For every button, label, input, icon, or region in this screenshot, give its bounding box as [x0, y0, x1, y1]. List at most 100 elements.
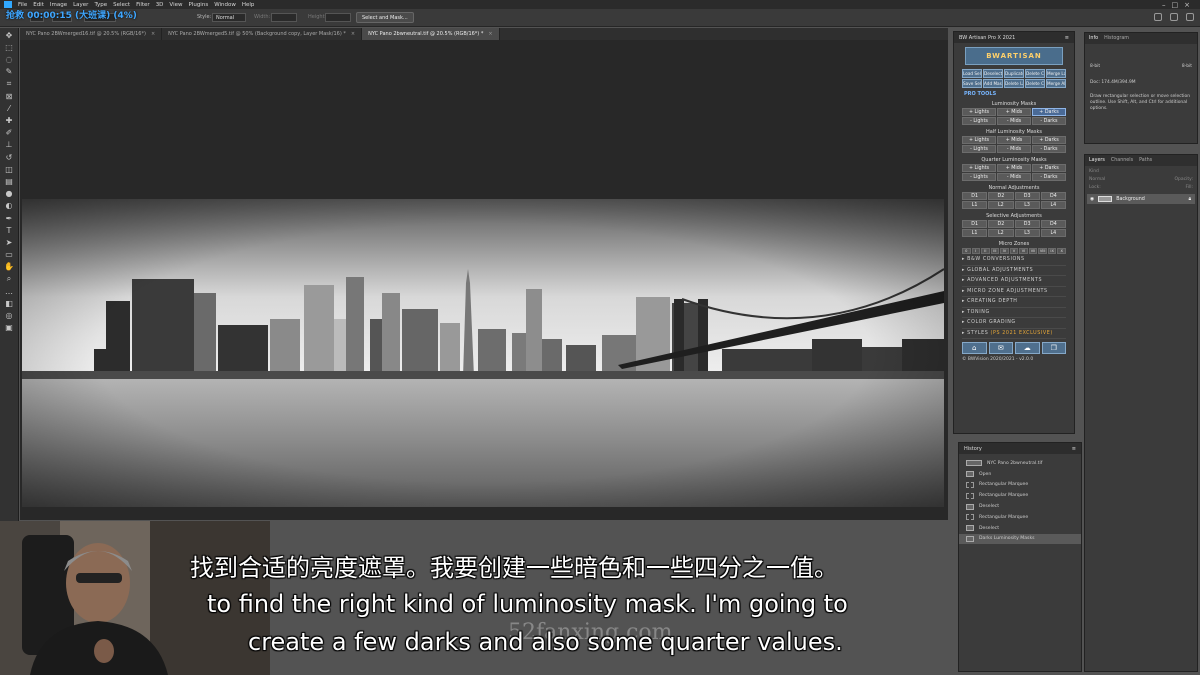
load-selection-button[interactable]: Load Selection	[962, 69, 982, 78]
history-item[interactable]: Rectangular Marquee	[959, 490, 1081, 501]
tab-info[interactable]: Info	[1089, 36, 1098, 41]
clone-stamp-icon[interactable]: ⊥	[4, 140, 14, 150]
height-field[interactable]	[325, 13, 351, 22]
width-field[interactable]	[271, 13, 297, 22]
lum-plus-mids[interactable]: + Mids	[997, 108, 1031, 116]
lum-minus-mids[interactable]: - Mids	[997, 117, 1031, 125]
path-select-icon[interactable]: ➤	[4, 237, 14, 247]
menu-type[interactable]: Type	[94, 2, 107, 8]
close-icon[interactable]: ×	[151, 31, 155, 37]
layer-row-background[interactable]: ◉ Background 🔒︎	[1087, 194, 1195, 204]
menu-image[interactable]: Image	[50, 2, 67, 8]
quarter-plus-lights[interactable]: + Lights	[962, 164, 996, 172]
deselect-button[interactable]: Deselect Selection	[983, 69, 1003, 78]
selective-d1[interactable]: D1	[962, 220, 988, 228]
layer-filter-kind[interactable]: Kind	[1089, 169, 1193, 174]
expander-micro-zone-adjustments[interactable]: ▸ MICRO ZONE ADJUSTMENTS	[962, 287, 1066, 297]
selective-l2[interactable]: L2	[988, 229, 1014, 237]
expander-bw-conversions[interactable]: ▸ B&W CONVERSIONS	[962, 255, 1066, 266]
brush-tool-icon[interactable]: ✐	[4, 128, 14, 138]
lasso-tool-icon[interactable]: ◌	[4, 55, 14, 65]
micro-zone-8[interactable]: VIII	[1038, 248, 1047, 254]
history-item[interactable]: Open	[959, 469, 1081, 480]
lum-minus-darks[interactable]: - Darks	[1032, 117, 1066, 125]
menu-edit[interactable]: Edit	[33, 2, 44, 8]
history-snapshot[interactable]: NYC Pano 2bwneutral.tif	[959, 458, 1081, 469]
eyedropper-tool-icon[interactable]: ⁄	[4, 103, 14, 113]
selective-l4[interactable]: L4	[1040, 229, 1066, 237]
marquee-tool-icon[interactable]: ⬚	[4, 42, 14, 52]
quarter-minus-darks[interactable]: - Darks	[1032, 173, 1066, 181]
merge-layers-button[interactable]: Merge Layers	[1046, 69, 1066, 78]
history-item[interactable]: Deselect	[959, 501, 1081, 512]
menu-3d[interactable]: 3D	[156, 2, 164, 8]
type-tool-icon[interactable]: T	[4, 225, 14, 235]
close-icon[interactable]: ×	[1184, 1, 1190, 9]
history-item-selected[interactable]: Darks Luminosity Masks	[959, 533, 1081, 545]
doc-tab-3[interactable]: NYC Pano 2bwneutral.tif @ 20.5% (RGB/16*…	[362, 28, 500, 40]
zoom-tool-icon[interactable]: ⌕	[4, 274, 14, 284]
normal-d3[interactable]: D3	[1014, 192, 1040, 200]
blur-tool-icon[interactable]: ●	[4, 189, 14, 199]
shape-tool-icon[interactable]: ▭	[4, 250, 14, 260]
menu-help[interactable]: Help	[242, 2, 255, 8]
tab-paths[interactable]: Paths	[1139, 158, 1152, 163]
maximize-icon[interactable]: □	[1172, 1, 1179, 9]
micro-zone-5[interactable]: V	[1009, 248, 1019, 254]
normal-l1[interactable]: L1	[962, 201, 988, 209]
history-item[interactable]: Rectangular Marquee	[959, 480, 1081, 491]
menu-plugins[interactable]: Plugins	[188, 2, 208, 8]
pro-tools-header[interactable]: PRO TOOLS	[964, 91, 1064, 97]
expander-creating-depth[interactable]: ▸ CREATING DEPTH	[962, 297, 1066, 308]
select-and-mask-button[interactable]: Select and Mask...	[356, 12, 414, 23]
half-plus-lights[interactable]: + Lights	[962, 136, 996, 144]
tab-histogram[interactable]: Histogram	[1104, 36, 1129, 41]
quarter-plus-mids[interactable]: + Mids	[997, 164, 1031, 172]
micro-zone-7[interactable]: VII	[1028, 248, 1038, 254]
quick-select-tool-icon[interactable]: ✎	[4, 67, 14, 77]
delete-channel-button[interactable]: Delete Channel	[1025, 69, 1045, 78]
expander-color-grading[interactable]: ▸ COLOR GRADING	[962, 318, 1066, 329]
lum-minus-lights[interactable]: - Lights	[962, 117, 996, 125]
mail-icon[interactable]: ✉	[988, 342, 1013, 354]
cloud-icon[interactable]: ☁	[1015, 342, 1040, 354]
color-swatches-icon[interactable]: ◧	[4, 298, 14, 308]
add-mask-button[interactable]: Add Mask	[983, 79, 1003, 88]
half-plus-darks[interactable]: + Darks	[1032, 136, 1066, 144]
selective-d3[interactable]: D3	[1014, 220, 1040, 228]
normal-d1[interactable]: D1	[962, 192, 988, 200]
move-tool-icon[interactable]: ✥	[4, 30, 14, 40]
dodge-tool-icon[interactable]: ◐	[4, 201, 14, 211]
quick-mask-icon[interactable]: ◎	[4, 311, 14, 321]
eraser-tool-icon[interactable]: ◫	[4, 164, 14, 174]
doc-tab-1[interactable]: NYC Pano 2BWmerged16.tif @ 20.5% (RGB/16…	[20, 28, 163, 40]
history-brush-icon[interactable]: ↺	[4, 152, 14, 162]
tab-layers[interactable]: Layers	[1089, 158, 1105, 163]
close-icon[interactable]: ×	[488, 31, 492, 37]
tab-channels[interactable]: Channels	[1111, 158, 1133, 163]
minimize-icon[interactable]: –	[1162, 1, 1166, 9]
healing-brush-icon[interactable]: ✚	[4, 116, 14, 126]
panel-menu-icon[interactable]: ≡	[1072, 446, 1076, 452]
expander-global-adjustments[interactable]: ▸ GLOBAL ADJUSTMENTS	[962, 266, 1066, 276]
crop-tool-icon[interactable]: ⌗	[4, 79, 14, 89]
expander-advanced-adjustments[interactable]: ▸ ADVANCED ADJUSTMENTS	[962, 276, 1066, 287]
expander-styles[interactable]: ▸ STYLES (PS 2021 EXCLUSIVE)	[962, 329, 1066, 339]
gradient-tool-icon[interactable]: ▤	[4, 176, 14, 186]
style-select[interactable]: Normal	[212, 13, 246, 22]
micro-zone-4[interactable]: IV	[1000, 248, 1009, 254]
quarter-minus-lights[interactable]: - Lights	[962, 173, 996, 181]
lum-plus-darks[interactable]: + Darks	[1032, 108, 1066, 116]
selective-d4[interactable]: D4	[1040, 220, 1066, 228]
duplicate-layer-button[interactable]: Duplicate Layer	[1004, 69, 1024, 78]
normal-d4[interactable]: D4	[1040, 192, 1066, 200]
menu-file[interactable]: File	[18, 2, 27, 8]
micro-zone-2[interactable]: II	[981, 248, 990, 254]
half-minus-darks[interactable]: - Darks	[1032, 145, 1066, 153]
save-selection-button[interactable]: Save Selection	[962, 79, 982, 88]
menu-filter[interactable]: Filter	[136, 2, 150, 8]
menu-window[interactable]: Window	[214, 2, 236, 8]
normal-l4[interactable]: L4	[1040, 201, 1066, 209]
normal-d2[interactable]: D2	[988, 192, 1014, 200]
selective-l3[interactable]: L3	[1014, 229, 1040, 237]
